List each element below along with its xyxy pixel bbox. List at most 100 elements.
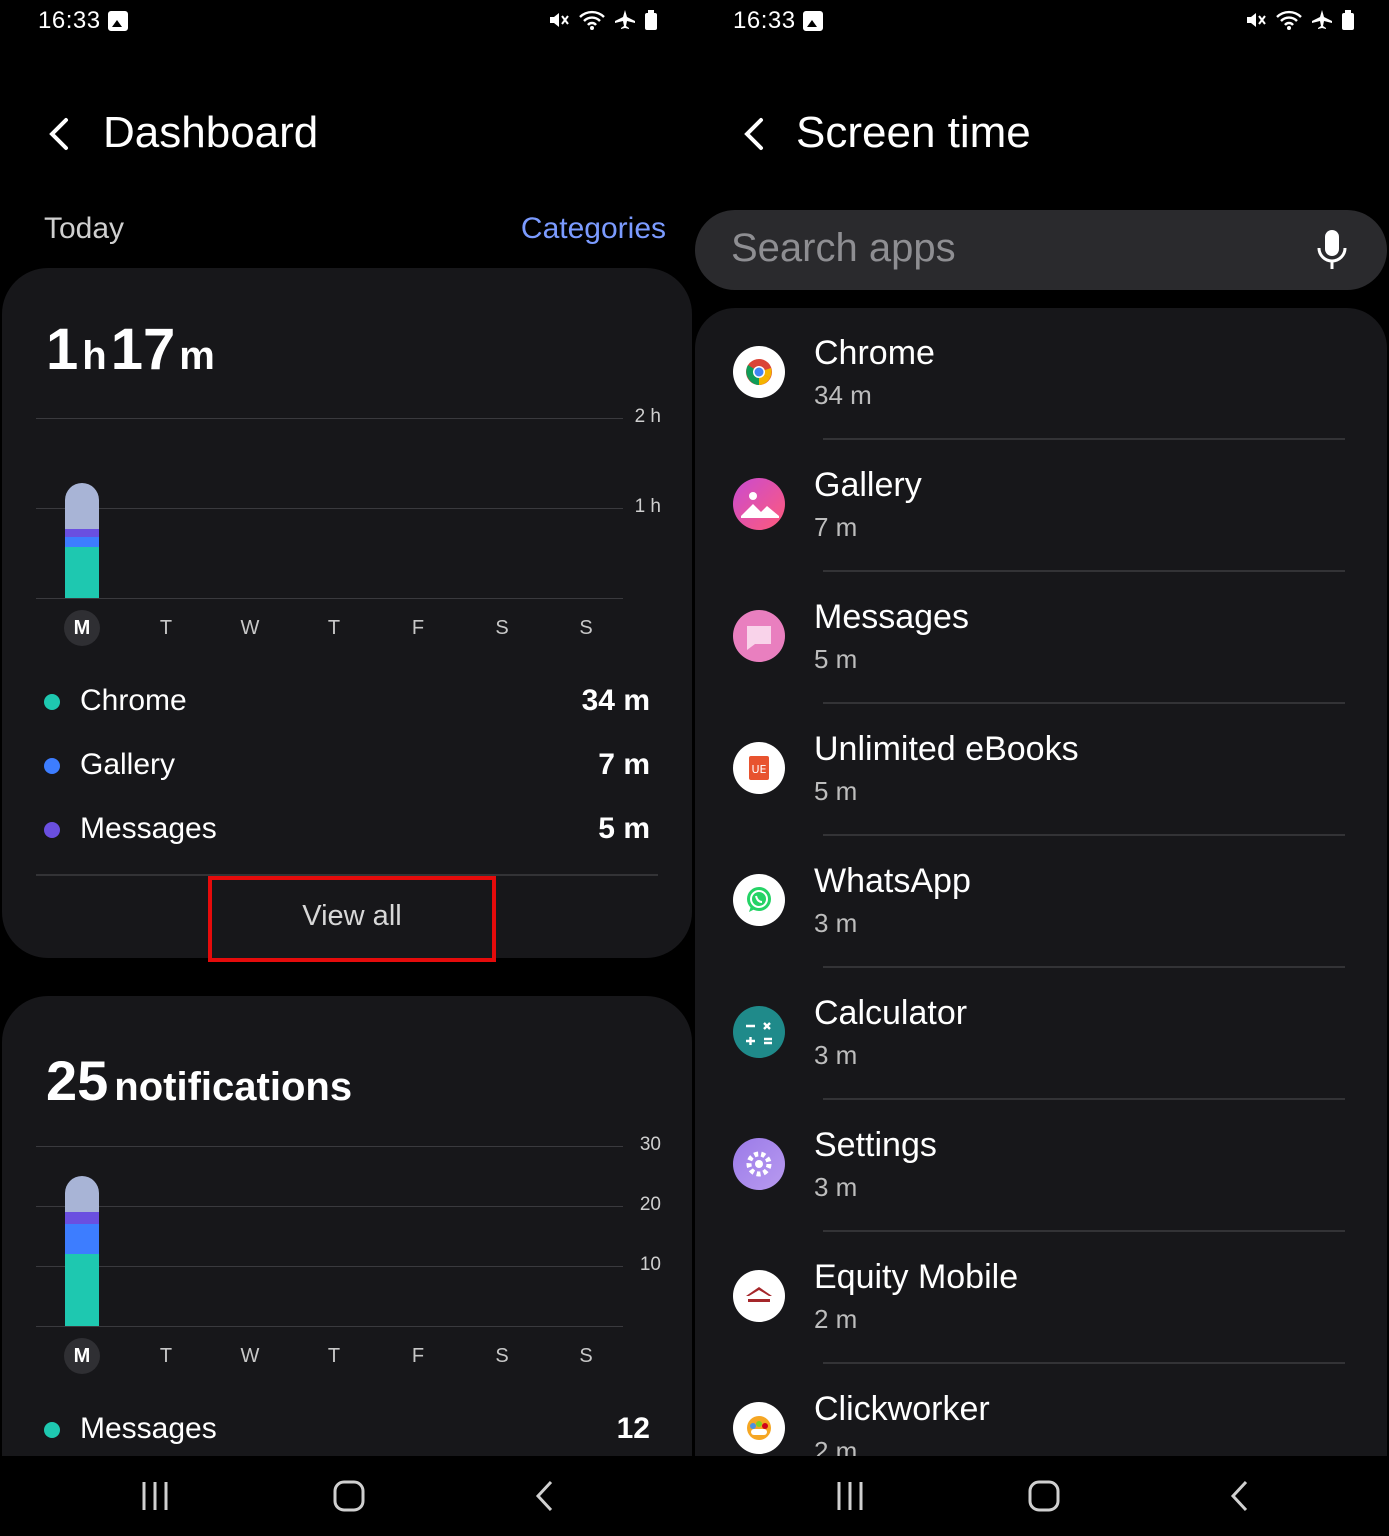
app-list-item[interactable]: Messages 5 m xyxy=(695,572,1387,704)
app-list-item[interactable]: Chrome 34 m xyxy=(695,308,1387,440)
app-list-item[interactable]: Equity Mobile 2 m xyxy=(695,1232,1387,1364)
legend-row[interactable]: Messages 12 xyxy=(44,1410,650,1450)
back-nav-icon[interactable] xyxy=(532,1478,558,1514)
bar-segment xyxy=(65,529,99,537)
day-label[interactable]: M xyxy=(64,610,100,646)
ebooks-icon: UE xyxy=(733,742,785,794)
navigation-bar xyxy=(695,1456,1389,1536)
recent-apps-icon[interactable] xyxy=(833,1478,867,1514)
categories-link[interactable]: Categories xyxy=(521,212,666,246)
legend-row[interactable]: Chrome 34 m xyxy=(44,682,650,722)
app-usage-time: 2 m xyxy=(814,1436,858,1456)
app-list-item[interactable]: WhatsApp 3 m xyxy=(695,836,1387,968)
app-usage-time: 3 m xyxy=(814,1172,858,1202)
back-arrow-icon[interactable] xyxy=(44,114,74,154)
calculator-icon xyxy=(733,1006,785,1058)
day-label[interactable]: M xyxy=(64,1338,100,1374)
status-icons xyxy=(1245,9,1355,31)
app-usage-time: 7 m xyxy=(814,512,858,542)
app-usage-list: Chrome 34 m Gallery 7 m Messages 5 m UE Unlimit… xyxy=(695,308,1387,1456)
screen-time-card[interactable]: 1 h17 m 2 h 1 h M T W T F S S Chrome 34 m Gallery 7… xyxy=(2,268,692,958)
settings-icon xyxy=(733,1138,785,1190)
y-tick-10: 10 xyxy=(639,1254,661,1275)
bar-segment xyxy=(65,1176,99,1212)
day-label[interactable]: T xyxy=(148,610,184,646)
app-list-item[interactable]: Calculator 3 m xyxy=(695,968,1387,1100)
hours-unit: h xyxy=(82,334,107,378)
app-name: WhatsApp xyxy=(814,862,971,900)
recent-apps-icon[interactable] xyxy=(138,1478,172,1514)
app-name: Settings xyxy=(814,1126,937,1164)
battery-icon xyxy=(1342,10,1354,30)
legend-app-name: Chrome xyxy=(80,684,187,717)
whatsapp-icon xyxy=(733,874,785,926)
day-label[interactable]: F xyxy=(400,610,436,646)
airplane-icon xyxy=(615,10,635,29)
app-usage-time: 5 m xyxy=(814,644,858,674)
day-label[interactable]: S xyxy=(568,610,604,646)
y-tick-1h: 1 h xyxy=(634,496,661,517)
legend-app-name: Messages xyxy=(80,1412,217,1445)
app-usage-time: 5 m xyxy=(814,776,858,806)
bar-segment xyxy=(65,1254,99,1326)
back-arrow-icon[interactable] xyxy=(739,114,769,154)
legend-app-value: 34 m xyxy=(581,684,650,717)
legend-row[interactable]: Messages 5 m xyxy=(44,810,650,850)
search-bar[interactable]: Search apps xyxy=(695,210,1387,290)
app-name: Chrome xyxy=(814,334,935,372)
legend-dot xyxy=(44,822,60,838)
search-input[interactable]: Search apps xyxy=(731,226,956,271)
app-usage-time: 34 m xyxy=(814,380,872,410)
status-time: 16:33 xyxy=(733,7,796,34)
image-notification-icon xyxy=(108,11,128,31)
legend-dot xyxy=(44,694,60,710)
home-icon[interactable] xyxy=(1027,1478,1061,1514)
day-label[interactable]: T xyxy=(148,1338,184,1374)
app-usage-time: 3 m xyxy=(814,908,858,938)
bar-segment xyxy=(65,547,99,598)
bar-segment xyxy=(65,482,99,529)
bar-segment xyxy=(65,1224,99,1254)
gridline xyxy=(36,508,623,509)
app-name: Messages xyxy=(814,598,969,636)
day-label[interactable]: T xyxy=(316,1338,352,1374)
notification-count: 25 xyxy=(46,1049,109,1112)
battery-icon xyxy=(645,10,657,30)
wifi-icon xyxy=(1276,10,1302,30)
app-list-item[interactable]: Gallery 7 m xyxy=(695,440,1387,572)
messages-icon xyxy=(733,610,785,662)
notifications-card[interactable]: 25 notifications 30 20 10 M T W T F S S Message… xyxy=(2,996,692,1456)
image-notification-icon xyxy=(803,11,823,31)
day-label[interactable]: W xyxy=(232,1338,268,1374)
period-label: Today xyxy=(44,212,125,245)
status-bar: 16:33 xyxy=(695,0,1389,44)
back-nav-icon[interactable] xyxy=(1227,1478,1253,1514)
microphone-icon[interactable] xyxy=(1315,228,1349,272)
day-label[interactable]: S xyxy=(484,610,520,646)
legend-app-name: Gallery xyxy=(80,748,176,781)
day-label[interactable]: F xyxy=(400,1338,436,1374)
day-label[interactable]: W xyxy=(232,610,268,646)
bar-segment xyxy=(65,536,99,547)
app-list-item[interactable]: UE Unlimited eBooks 5 m xyxy=(695,704,1387,836)
legend-app-value: 7 m xyxy=(598,748,650,781)
app-list-item[interactable]: Settings 3 m xyxy=(695,1100,1387,1232)
status-bar: 16:33 xyxy=(0,0,694,44)
home-icon[interactable] xyxy=(332,1478,366,1514)
wifi-icon xyxy=(579,10,605,30)
status-time: 16:33 xyxy=(38,7,101,34)
minutes-unit: m xyxy=(179,334,215,378)
day-label[interactable]: S xyxy=(568,1338,604,1374)
day-label[interactable]: S xyxy=(484,1338,520,1374)
day-label[interactable]: T xyxy=(316,610,352,646)
gridline xyxy=(36,1146,623,1147)
app-name: Clickworker xyxy=(814,1390,990,1428)
legend-row[interactable]: Gallery 7 m xyxy=(44,746,650,786)
view-all-button[interactable]: View all xyxy=(208,876,496,962)
notifications-chart: 30 20 10 M T W T F S S xyxy=(36,1132,661,1374)
total-minutes: 17 xyxy=(110,317,176,382)
app-list-item[interactable]: Clickworker 2 m xyxy=(695,1364,1387,1456)
notifications-total: 25 notifications xyxy=(46,1048,352,1113)
y-tick-30: 30 xyxy=(639,1134,661,1155)
clickworker-icon xyxy=(733,1402,785,1454)
